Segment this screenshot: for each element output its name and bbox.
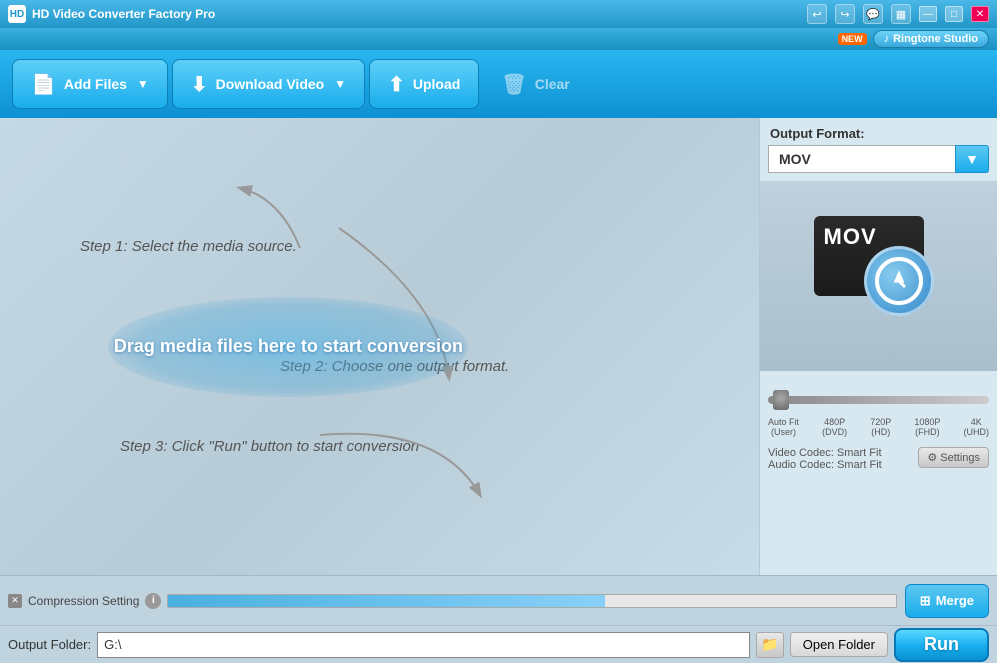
settings-button[interactable]: ⚙ Settings — [918, 447, 989, 468]
trash-icon: 🗑 — [501, 72, 526, 97]
info-icon[interactable]: i — [145, 593, 161, 609]
format-preview: MOV — [760, 181, 997, 371]
ringtone-studio-button[interactable]: ♪ Ringtone Studio — [873, 30, 989, 48]
grid-btn[interactable]: ▦ — [891, 4, 911, 24]
merge-label: Merge — [936, 593, 974, 608]
video-codec: Video Codec: Smart Fit — [768, 447, 882, 459]
add-files-button[interactable]: 📄 Add Files ▼ — [12, 59, 168, 109]
app-title: HD Video Converter Factory Pro — [32, 7, 215, 21]
folder-icon: 📁 — [761, 636, 778, 653]
merge-button[interactable]: ⊞ Merge — [905, 584, 989, 618]
clear-button[interactable]: 🗑 Clear — [483, 59, 587, 109]
output-folder-input[interactable] — [97, 632, 750, 658]
compression-label: Compression Setting — [28, 594, 139, 608]
close-btn[interactable]: ✕ — [971, 6, 989, 22]
mov-icon-background: MOV — [814, 216, 924, 296]
audio-codec: Audio Codec: Smart Fit — [768, 459, 882, 471]
toolbar: 📄 Add Files ▼ ⬇ Download Video ▼ ⬆ Uploa… — [0, 50, 997, 118]
drop-area[interactable]: Step 1: Select the media source. Step 2:… — [0, 118, 759, 575]
res-720p: 720P (HD) — [870, 417, 891, 437]
app-icon: HD — [8, 5, 26, 23]
footer: Output Folder: 📁 Open Folder Run — [0, 625, 997, 663]
format-selector: MOV ▼ — [768, 145, 989, 173]
main-content: Step 1: Select the media source. Step 2:… — [0, 118, 997, 575]
merge-icon: ⊞ — [920, 593, 931, 609]
bottom-bar: ✕ Compression Setting i ⊞ Merge — [0, 575, 997, 625]
step3-text: Step 3: Click "Run" button to start conv… — [120, 438, 419, 455]
undo-btn[interactable]: ↩ — [807, 4, 827, 24]
settings-label: Settings — [940, 452, 980, 464]
open-folder-button[interactable]: Open Folder — [790, 632, 888, 657]
resolution-labels: Auto Fit (User) 480P (DVD) 720P (HD) 108… — [768, 417, 989, 437]
step1-text: Step 1: Select the media source. — [80, 238, 297, 255]
download-icon: ⬇ — [191, 72, 208, 97]
title-bar: HD HD Video Converter Factory Pro ↩ ↪ 💬 … — [0, 0, 997, 28]
res-1080p: 1080P (FHD) — [914, 417, 940, 437]
compression-section: ✕ Compression Setting i — [8, 593, 897, 609]
folder-browse-button[interactable]: 📁 — [756, 632, 784, 658]
music-icon: ♪ — [884, 33, 890, 45]
compression-bar — [168, 595, 604, 607]
res-4k: 4K (UHD) — [963, 417, 989, 437]
mov-text: MOV — [824, 224, 877, 250]
compression-icon: ✕ — [8, 594, 22, 608]
add-files-arrow: ▼ — [137, 77, 149, 91]
res-480p: 480P (DVD) — [822, 417, 847, 437]
upload-button[interactable]: ⬆ Upload — [369, 59, 479, 109]
download-video-button[interactable]: ⬇ Download Video ▼ — [172, 59, 365, 109]
window-controls: ↩ ↪ 💬 ▦ — □ ✕ — [807, 4, 989, 24]
mov-icon: MOV — [814, 216, 944, 336]
chat-btn[interactable]: 💬 — [863, 4, 883, 24]
redo-btn[interactable]: ↪ — [835, 4, 855, 24]
download-arrow: ▼ — [334, 77, 346, 91]
minimize-btn[interactable]: — — [919, 6, 937, 22]
resolution-track — [768, 396, 989, 404]
codec-info: Video Codec: Smart Fit Audio Codec: Smar… — [760, 443, 997, 475]
top-strip: NEW ♪ Ringtone Studio — [0, 28, 997, 50]
new-badge: NEW — [838, 33, 867, 45]
maximize-btn[interactable]: □ — [945, 6, 963, 22]
run-button[interactable]: Run — [894, 628, 989, 662]
output-format-label: Output Format: — [760, 118, 997, 145]
gear-icon: ⚙ — [927, 451, 937, 464]
format-value: MOV — [768, 145, 955, 173]
format-dropdown-button[interactable]: ▼ — [955, 145, 989, 173]
quicktime-logo — [864, 246, 934, 316]
resolution-thumb[interactable] — [773, 390, 789, 410]
compression-bar-container — [167, 594, 896, 608]
add-files-icon: 📄 — [31, 72, 56, 97]
drag-text: Drag media files here to start conversio… — [114, 336, 463, 357]
upload-icon: ⬆ — [388, 72, 405, 97]
res-auto-fit: Auto Fit (User) — [768, 417, 799, 437]
drag-drop-zone[interactable]: Drag media files here to start conversio… — [108, 297, 468, 397]
chevron-down-icon: ▼ — [965, 151, 979, 167]
folder-label: Output Folder: — [8, 637, 91, 652]
right-panel: Output Format: MOV ▼ MOV — [759, 118, 997, 575]
resolution-area: Auto Fit (User) 480P (DVD) 720P (HD) 108… — [760, 379, 997, 443]
